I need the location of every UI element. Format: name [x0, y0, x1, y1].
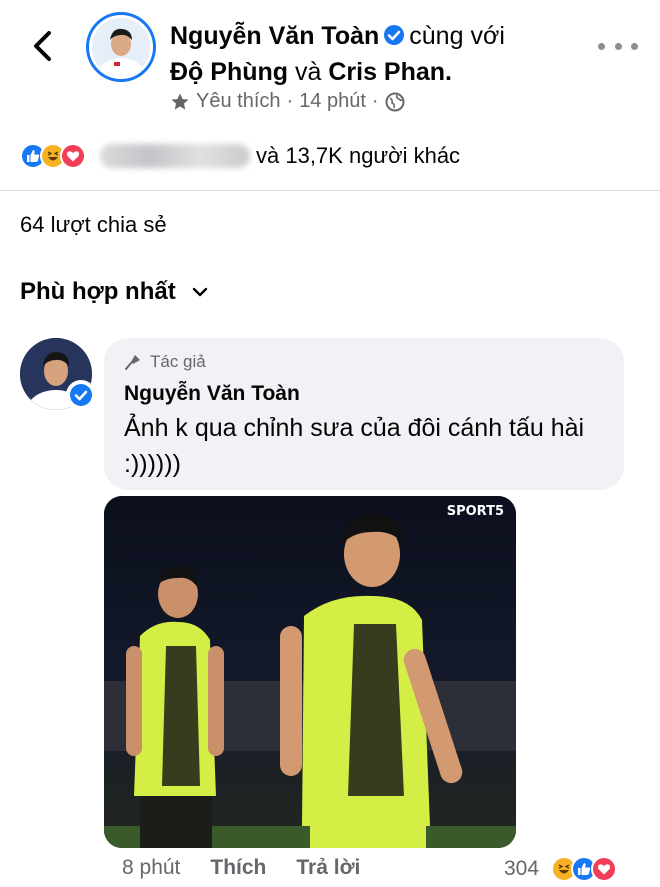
more-options-button[interactable]: [598, 36, 638, 56]
sort-label: Phù hợp nhất: [20, 278, 176, 305]
author-tag: Tác giả: [124, 352, 604, 372]
dot-icon: [631, 42, 638, 50]
avatar-photo: [92, 18, 150, 76]
with-label: cùng với: [409, 22, 505, 50]
meta-separator-2: ·: [371, 90, 379, 112]
sport5-logo: SPORT5: [446, 504, 504, 519]
reaction-icons: [20, 143, 86, 169]
love-reaction-icon: [60, 143, 86, 169]
divider: [0, 190, 660, 191]
post-title: Nguyễn Văn Toàn cùng với Độ Phùng và Cris…: [170, 18, 600, 90]
comment-reactions[interactable]: 304: [504, 856, 618, 882]
love-reaction-icon: [591, 856, 618, 882]
back-button[interactable]: [22, 24, 62, 68]
favorite-label: Yêu thích: [196, 90, 281, 112]
comment-bubble[interactable]: Tác giả Nguyễn Văn Toàn Ảnh k qua chỉnh …: [104, 338, 624, 490]
author-avatar[interactable]: [86, 12, 156, 82]
chevron-down-icon: [192, 287, 207, 297]
chevron-left-icon: [34, 31, 51, 61]
tagged-user-2[interactable]: Cris Phan.: [328, 58, 452, 86]
verified-badge-icon: [384, 25, 405, 46]
share-count[interactable]: 64 lượt chia sẻ: [20, 212, 167, 238]
comment-sort-button[interactable]: Phù hợp nhất: [20, 278, 208, 306]
globe-icon: [385, 92, 405, 111]
dot-icon: [598, 42, 605, 50]
post-time[interactable]: 14 phút: [299, 90, 366, 113]
post-meta: Yêu thích · 14 phút ·: [170, 90, 405, 113]
and-label: và: [294, 58, 322, 86]
tagged-user-1[interactable]: Độ Phùng: [170, 58, 288, 86]
comment-reaction-count: 304: [504, 857, 540, 880]
comment-author-name[interactable]: Nguyễn Văn Toàn: [124, 382, 604, 406]
microphone-icon: [125, 355, 140, 370]
author-name[interactable]: Nguyễn Văn Toàn: [170, 22, 379, 50]
post-header: Nguyễn Văn Toàn cùng với Độ Phùng và Cris…: [0, 0, 660, 130]
like-button[interactable]: Thích: [210, 856, 266, 880]
reactions-summary[interactable]: và 13,7K người khác: [20, 140, 460, 172]
verified-badge: [66, 380, 96, 410]
comment-photo[interactable]: SPORT5: [104, 496, 516, 848]
football-players-photo: [104, 496, 516, 848]
reaction-others: và 13,7K người khác: [256, 143, 461, 168]
meta-separator: ·: [286, 90, 294, 112]
comment-text: Ảnh k qua chỉnh sưa của đôi cánh tấu hài…: [124, 414, 585, 478]
reply-button[interactable]: Trả lời: [296, 856, 360, 880]
star-icon: [171, 93, 189, 110]
dot-icon: [614, 42, 622, 50]
check-icon: [70, 384, 92, 406]
author-tag-label: Tác giả: [150, 352, 206, 371]
comment-time[interactable]: 8 phút: [122, 856, 180, 880]
blurred-reactor-name: [100, 144, 250, 168]
